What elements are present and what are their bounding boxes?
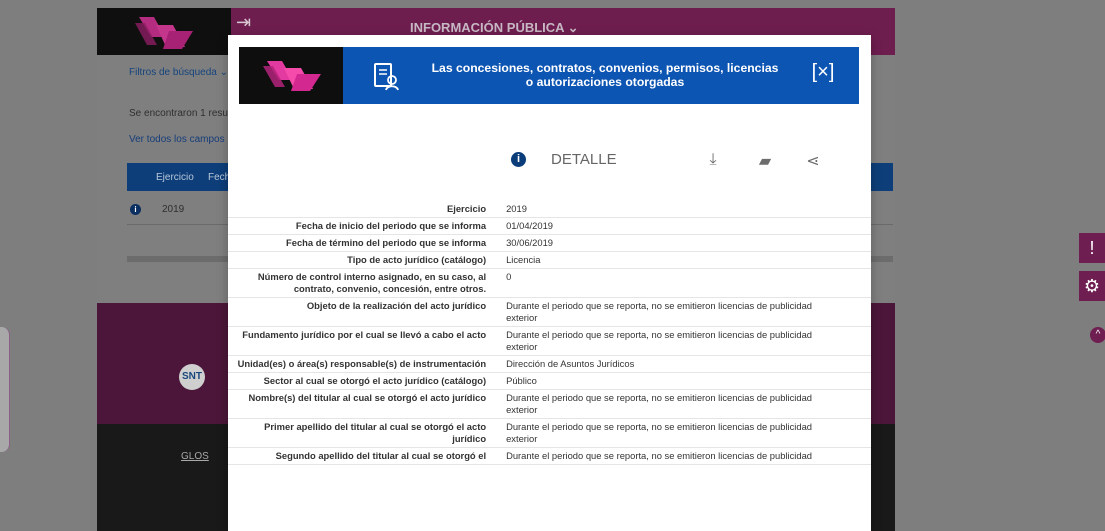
table-row: Segundo apellido del titular al cual se … [228, 447, 871, 465]
modal-logo [239, 47, 343, 104]
modal-header: Las concesiones, contratos, convenios, p… [239, 47, 859, 104]
field-label: Objeto de la realización del acto jurídi… [228, 297, 497, 327]
detail-table: Ejercicio 2019 Fecha de inicio del period… [228, 201, 871, 465]
table-row: Fundamento jurídico por el cual se llevó… [228, 326, 871, 356]
table-row: Nombre(s) del titular al cual se otorgó … [228, 389, 871, 419]
table-row: Ejercicio 2019 [228, 201, 871, 218]
table-row: Fecha de término del periodo que se info… [228, 234, 871, 252]
field-value: Licencia [496, 251, 871, 269]
table-row: Número de control interno asignado, en s… [228, 268, 871, 298]
field-value: 30/06/2019 [496, 234, 871, 252]
detail-modal: Las concesiones, contratos, convenios, p… [228, 35, 871, 531]
field-label: Fecha de inicio del periodo que se infor… [228, 217, 497, 235]
field-value: Durante el periodo que se reporta, no se… [496, 447, 871, 465]
table-row: Unidad(es) o área(s) responsable(s) de i… [228, 355, 871, 373]
modal-title-line-2: o autorizaciones otorgadas [525, 75, 685, 89]
document-icon [373, 63, 399, 91]
field-value: Dirección de Asuntos Jurídicos [496, 355, 871, 373]
field-value: 2019 [496, 201, 871, 218]
table-row: Sector al cual se otorgó el acto jurídic… [228, 372, 871, 390]
field-label: Segundo apellido del titular al cual se … [228, 447, 497, 465]
field-label: Nombre(s) del titular al cual se otorgó … [228, 389, 497, 419]
field-label: Primer apellido del titular al cual se o… [228, 418, 497, 448]
table-row: Tipo de acto jurídico (catálogo) Licencia [228, 251, 871, 269]
download-icon[interactable]: ⤓ [703, 151, 723, 169]
detail-toolbar: i DETALLE ⤓ ▰ ⋖ [511, 145, 831, 173]
table-row: Objeto de la realización del acto jurídi… [228, 297, 871, 327]
field-value: Público [496, 372, 871, 390]
field-label: Tipo de acto jurídico (catálogo) [228, 251, 497, 269]
detail-label: DETALLE [551, 151, 617, 168]
field-label: Sector al cual se otorgó el acto jurídic… [228, 372, 497, 390]
print-icon[interactable]: ▰ [755, 151, 775, 171]
table-row: Fecha de inicio del periodo que se infor… [228, 217, 871, 235]
field-label: Fecha de término del periodo que se info… [228, 234, 497, 252]
field-label: Unidad(es) o área(s) responsable(s) de i… [228, 355, 497, 373]
table-row: Primer apellido del titular al cual se o… [228, 418, 871, 448]
info-icon: i [511, 152, 526, 167]
field-label: Número de control interno asignado, en s… [228, 268, 497, 298]
close-button[interactable]: [×] [811, 62, 835, 85]
field-label: Ejercicio [228, 201, 497, 218]
modal-title: Las concesiones, contratos, convenios, p… [415, 61, 795, 89]
field-value: 01/04/2019 [496, 217, 871, 235]
field-value: Durante el periodo que se reporta, no se… [496, 326, 871, 356]
field-value: 0 [496, 268, 871, 298]
field-value: Durante el periodo que se reporta, no se… [496, 389, 871, 419]
field-value: Durante el periodo que se reporta, no se… [496, 418, 871, 448]
share-icon[interactable]: ⋖ [803, 151, 823, 171]
field-value: Durante el periodo que se reporta, no se… [496, 297, 871, 327]
field-label: Fundamento jurídico por el cual se llevó… [228, 326, 497, 356]
brand-logo-icon [263, 61, 321, 91]
modal-title-line-1: Las concesiones, contratos, convenios, p… [431, 61, 779, 75]
